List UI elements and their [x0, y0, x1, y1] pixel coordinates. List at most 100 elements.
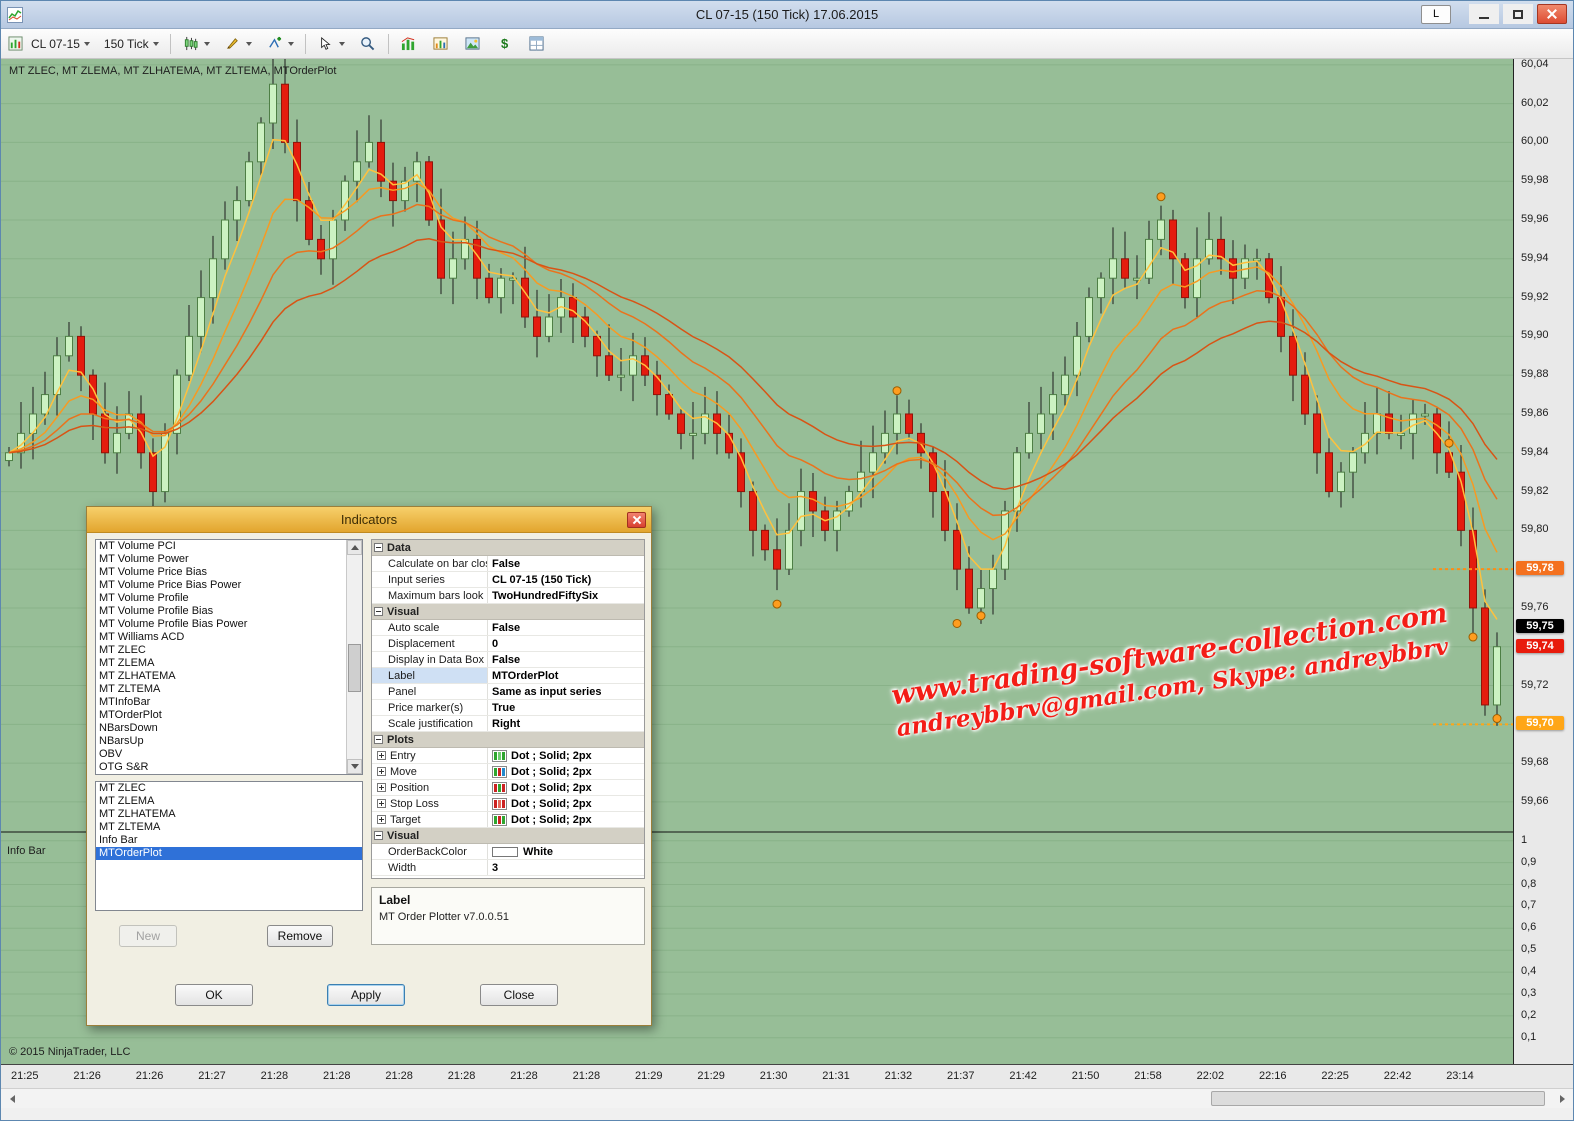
property-value[interactable]: TwoHundredFiftySix: [488, 588, 644, 603]
expand-icon[interactable]: [377, 799, 386, 808]
available-indicator-item[interactable]: MT Volume Profile: [96, 592, 362, 605]
collapse-icon[interactable]: [374, 831, 383, 840]
available-indicator-item[interactable]: MT ZLEC: [96, 644, 362, 657]
time-axis[interactable]: 21:2521:2621:2621:2721:2821:2821:2821:28…: [1, 1064, 1573, 1088]
applied-indicator-item[interactable]: MT ZLEMA: [96, 795, 362, 808]
property-row[interactable]: LabelMTOrderPlot: [372, 668, 644, 684]
available-indicator-item[interactable]: MTOrderPlot: [96, 709, 362, 722]
applied-indicator-item[interactable]: MT ZLHATEMA: [96, 808, 362, 821]
available-indicator-item[interactable]: MT Volume Price Bias Power: [96, 579, 362, 592]
available-indicator-item[interactable]: MT Volume Profile Bias Power: [96, 618, 362, 631]
property-value[interactable]: Right: [488, 716, 644, 731]
property-value[interactable]: Dot ; Solid; 2px: [488, 764, 644, 779]
minimize-button[interactable]: [1469, 4, 1499, 24]
scrollbar-thumb[interactable]: [348, 644, 361, 692]
dialog-close-button[interactable]: [627, 512, 646, 528]
close-button[interactable]: Close: [480, 984, 558, 1006]
list-scrollbar[interactable]: [346, 540, 362, 774]
available-indicators-list[interactable]: MT Volume PCIMT Volume PowerMT Volume Pr…: [95, 539, 363, 775]
property-row[interactable]: Calculate on bar closeFalse: [372, 556, 644, 572]
property-value[interactable]: MTOrderPlot: [488, 668, 644, 683]
indicators-button[interactable]: [393, 31, 425, 57]
property-value[interactable]: False: [488, 620, 644, 635]
property-row[interactable]: PositionDot ; Solid; 2px: [372, 780, 644, 796]
scroll-up-button[interactable]: [347, 540, 362, 555]
scrollbar-thumb[interactable]: [1211, 1091, 1545, 1106]
property-section-header[interactable]: Data: [372, 540, 644, 556]
collapse-icon[interactable]: [374, 735, 383, 744]
property-value[interactable]: 3: [488, 860, 644, 875]
dialog-title-bar[interactable]: Indicators: [87, 507, 651, 533]
available-indicator-item[interactable]: MT Williams ACD: [96, 631, 362, 644]
strategies-button[interactable]: [425, 31, 457, 57]
interval-dropdown[interactable]: 150 Tick: [97, 33, 166, 55]
available-indicator-item[interactable]: MT Volume PCI: [96, 540, 362, 553]
collapse-icon[interactable]: [374, 607, 383, 616]
ok-button[interactable]: OK: [175, 984, 253, 1006]
property-row[interactable]: TargetDot ; Solid; 2px: [372, 812, 644, 828]
property-value[interactable]: True: [488, 700, 644, 715]
available-indicator-item[interactable]: NBarsDown: [96, 722, 362, 735]
applied-indicator-item[interactable]: Info Bar: [96, 834, 362, 847]
property-row[interactable]: Stop LossDot ; Solid; 2px: [372, 796, 644, 812]
drawing-tools-dropdown[interactable]: [217, 31, 259, 57]
property-section-header[interactable]: Visual: [372, 604, 644, 620]
remove-button[interactable]: Remove: [267, 925, 333, 947]
expand-icon[interactable]: [377, 815, 386, 824]
available-indicator-item[interactable]: MTInfoBar: [96, 696, 362, 709]
property-row[interactable]: Scale justificationRight: [372, 716, 644, 732]
property-row[interactable]: Width3: [372, 860, 644, 876]
zoom-button[interactable]: [352, 31, 384, 57]
properties-grid[interactable]: DataCalculate on bar closeFalseInput ser…: [371, 539, 645, 879]
available-indicator-item[interactable]: NBarsUp: [96, 735, 362, 748]
available-indicator-item[interactable]: MT Volume Price Bias: [96, 566, 362, 579]
property-section-header[interactable]: Plots: [372, 732, 644, 748]
scroll-down-button[interactable]: [347, 759, 362, 774]
property-value[interactable]: Dot ; Solid; 2px: [488, 796, 644, 811]
cursor-dropdown[interactable]: [310, 31, 352, 57]
expand-icon[interactable]: [377, 767, 386, 776]
available-indicator-item[interactable]: MT ZLHATEMA: [96, 670, 362, 683]
applied-indicators-list[interactable]: MT ZLECMT ZLEMAMT ZLHATEMAMT ZLTEMAInfo …: [95, 781, 363, 911]
property-value[interactable]: 0: [488, 636, 644, 651]
property-value[interactable]: Dot ; Solid; 2px: [488, 812, 644, 827]
expand-icon[interactable]: [377, 751, 386, 760]
account-button[interactable]: $: [489, 31, 521, 57]
apply-button[interactable]: Apply: [327, 984, 405, 1006]
available-indicator-item[interactable]: MT ZLEMA: [96, 657, 362, 670]
new-button[interactable]: New: [119, 925, 177, 947]
property-row[interactable]: Displacement0: [372, 636, 644, 652]
property-value[interactable]: Dot ; Solid; 2px: [488, 780, 644, 795]
instrument-dropdown[interactable]: CL 07-15: [24, 33, 97, 55]
horizontal-scrollbar[interactable]: [1, 1088, 1573, 1108]
snapshot-button[interactable]: [457, 31, 489, 57]
expand-icon[interactable]: [377, 783, 386, 792]
title-bar[interactable]: CL 07-15 (150 Tick) 17.06.2015 L: [1, 1, 1573, 29]
available-indicator-item[interactable]: MT Volume Power: [96, 553, 362, 566]
scroll-left-button[interactable]: [3, 1091, 21, 1106]
marker-add-dropdown[interactable]: [259, 31, 301, 57]
scroll-right-button[interactable]: [1553, 1091, 1571, 1106]
price-axis[interactable]: 60,0460,0260,0059,9859,9659,9459,9259,90…: [1513, 59, 1573, 1064]
applied-indicator-item[interactable]: MT ZLEC: [96, 782, 362, 795]
property-row[interactable]: Price marker(s)True: [372, 700, 644, 716]
property-section-header[interactable]: Visual: [372, 828, 644, 844]
property-value[interactable]: CL 07-15 (150 Tick): [488, 572, 644, 587]
available-indicator-item[interactable]: OTG S&R: [96, 761, 362, 774]
data-panel-button[interactable]: [521, 31, 553, 57]
chart-style-dropdown[interactable]: [175, 31, 217, 57]
property-value[interactable]: False: [488, 556, 644, 571]
property-value[interactable]: False: [488, 652, 644, 667]
applied-indicator-item[interactable]: MT ZLTEMA: [96, 821, 362, 834]
property-row[interactable]: Auto scaleFalse: [372, 620, 644, 636]
property-row[interactable]: EntryDot ; Solid; 2px: [372, 748, 644, 764]
property-row[interactable]: Maximum bars look baTwoHundredFiftySix: [372, 588, 644, 604]
available-indicator-item[interactable]: OBV: [96, 748, 362, 761]
property-row[interactable]: PanelSame as input series: [372, 684, 644, 700]
property-value[interactable]: Same as input series: [488, 684, 644, 699]
property-row[interactable]: OrderBackColorWhite: [372, 844, 644, 860]
window-close-button[interactable]: [1537, 4, 1567, 24]
applied-indicator-item[interactable]: MTOrderPlot: [96, 847, 362, 860]
maximize-button[interactable]: [1503, 4, 1533, 24]
property-row[interactable]: Input seriesCL 07-15 (150 Tick): [372, 572, 644, 588]
